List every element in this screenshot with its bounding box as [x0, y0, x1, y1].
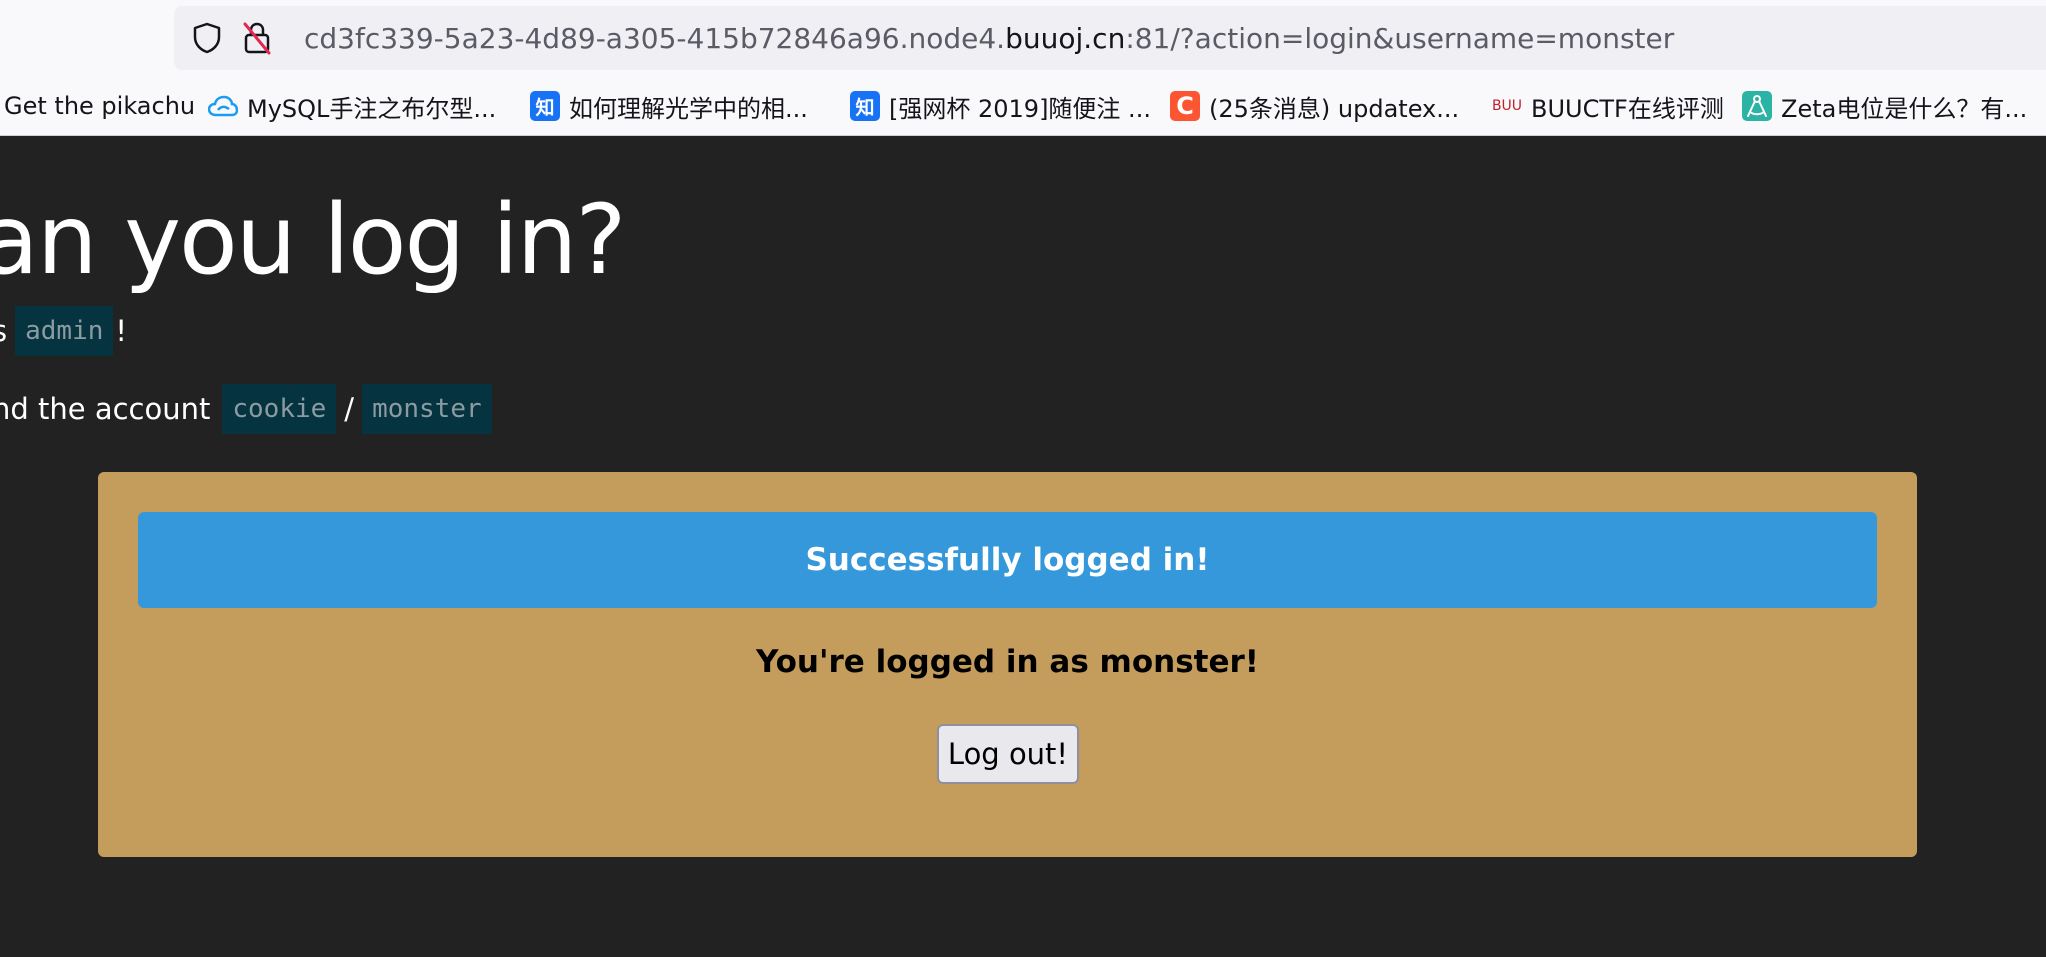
hint-line-admin: s admin ! [0, 306, 127, 356]
logout-button[interactable]: Log out! [937, 724, 1079, 784]
cloud-icon [208, 91, 238, 121]
bookmark-qwb-2019[interactable]: 知 [强网杯 2019]随便注 ... [850, 86, 1151, 126]
hint-line-account: nd the account cookie / monster [0, 384, 500, 434]
separator: / [344, 392, 355, 426]
bookmark-get-the-pikachu[interactable]: Get the pikachu [4, 86, 195, 126]
bookmark-label: Get the pikachu [4, 92, 196, 120]
buuoj-icon: BUU [1491, 98, 1523, 114]
bookmark-label: BUUCTF在线评测 [1531, 94, 1724, 123]
shield-icon[interactable] [190, 21, 224, 55]
logged-in-status: You're logged in as monster! [756, 644, 1259, 680]
url-suffix: :81/?action=login&username=monster [1125, 21, 1675, 55]
url-text[interactable]: cd3fc339-5a23-4d89-a305-415b72846a96.nod… [304, 22, 1674, 55]
login-panel: Successfully logged in! You're logged in… [98, 472, 1917, 857]
url-host: buuoj.cn [1005, 21, 1126, 55]
zhihu-icon: 知 [530, 91, 560, 121]
insecure-lock-icon[interactable] [240, 21, 274, 55]
url-prefix: cd3fc339-5a23-4d89-a305-415b72846a96.nod… [304, 21, 1006, 55]
browser-chrome: cd3fc339-5a23-4d89-a305-415b72846a96.nod… [0, 0, 2046, 136]
compass-icon [1742, 91, 1772, 121]
bookmarks-toolbar: Get the pikachu MySQL手注之布尔型... 知 如何理解光学中… [0, 86, 2046, 126]
code-cookie: cookie [222, 384, 337, 434]
page-title: an you log in? [0, 184, 626, 296]
bookmark-updatexml[interactable]: C (25条消息) updatex... [1170, 86, 1459, 126]
success-alert: Successfully logged in! [138, 512, 1877, 608]
code-admin: admin [15, 306, 114, 356]
address-bar[interactable]: cd3fc339-5a23-4d89-a305-415b72846a96.nod… [174, 6, 2046, 70]
bookmark-zeta[interactable]: Zeta电位是什么？有... [1742, 86, 2027, 126]
bookmark-label: [强网杯 2019]随便注 ... [889, 94, 1151, 123]
bookmark-buuctf[interactable]: BUU BUUCTF在线评测 [1492, 86, 1724, 126]
csdn-icon: C [1170, 91, 1200, 121]
zhihu-icon: 知 [850, 91, 880, 121]
hint-text-before: nd the account [0, 392, 211, 426]
bookmark-label: Zeta电位是什么？有... [1781, 94, 2028, 123]
bookmark-mysql[interactable]: MySQL手注之布尔型... [208, 86, 496, 126]
code-monster: monster [362, 384, 492, 434]
hint-text-after: ! [115, 314, 128, 348]
bookmark-optics[interactable]: 知 如何理解光学中的相... [530, 86, 808, 126]
bookmark-label: 如何理解光学中的相... [569, 94, 808, 123]
hint-text-before: s [0, 314, 7, 348]
bookmark-label: MySQL手注之布尔型... [247, 94, 497, 123]
bookmark-label: (25条消息) updatex... [1209, 94, 1460, 123]
